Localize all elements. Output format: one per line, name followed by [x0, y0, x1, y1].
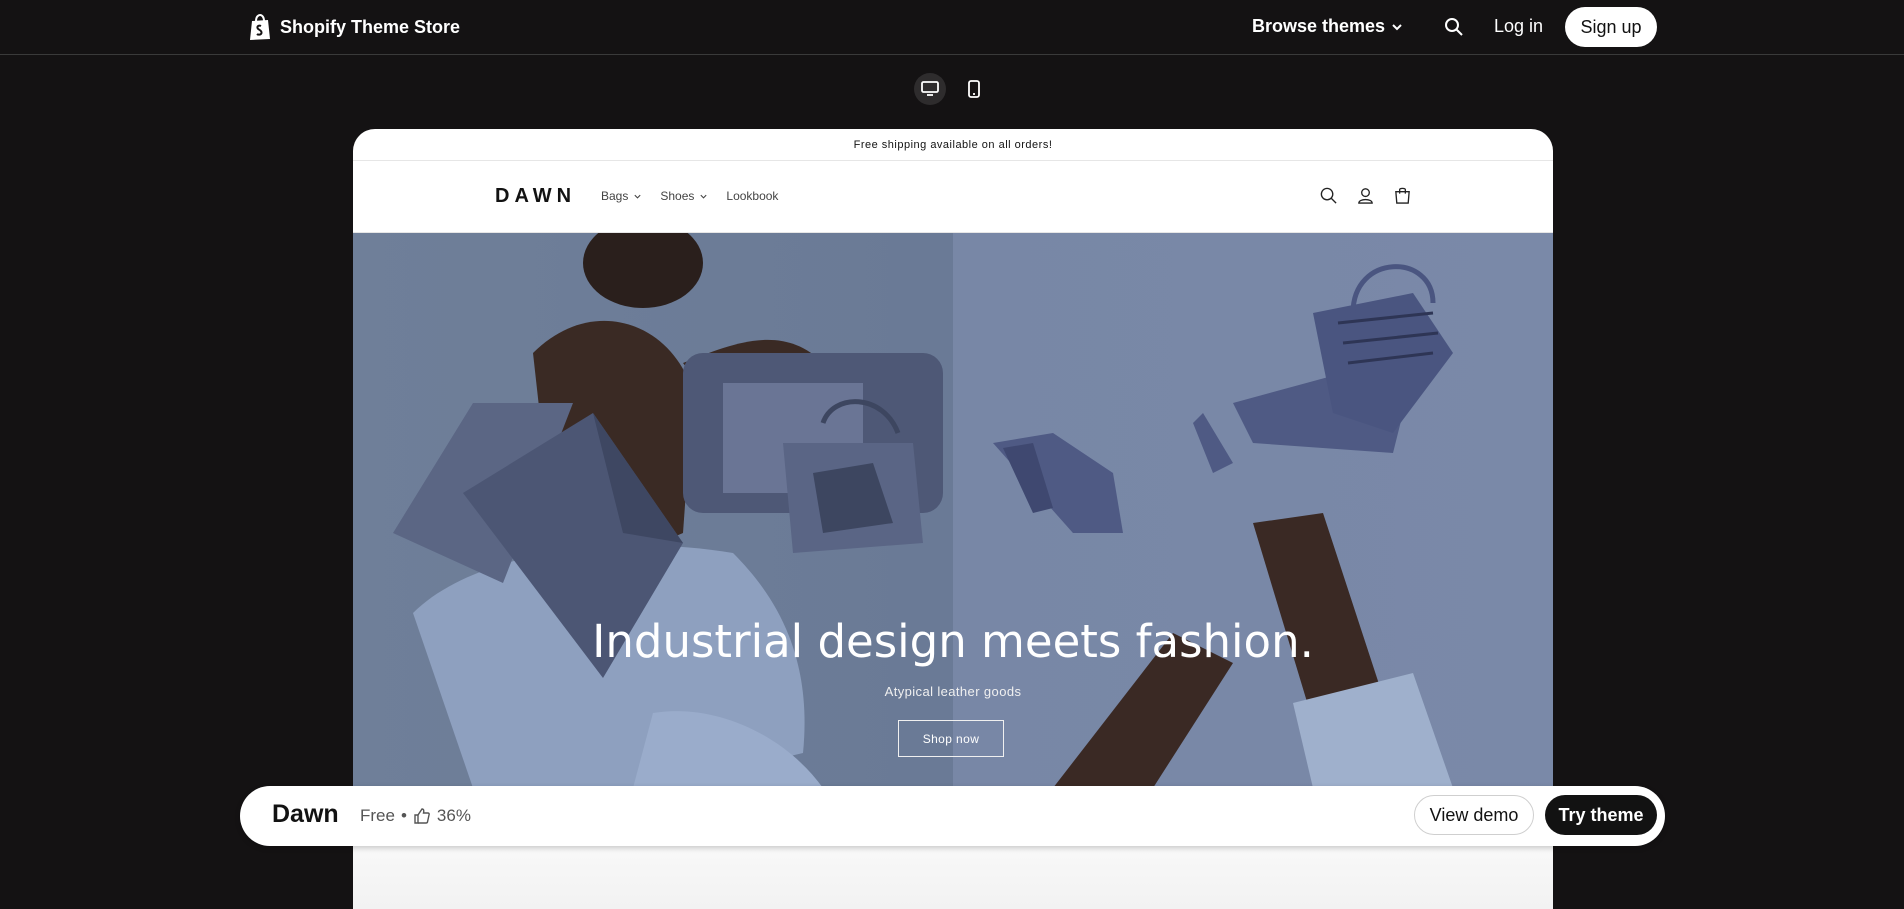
chevron-down-icon [1392, 23, 1402, 30]
announcement-bar: Free shipping available on all orders! [353, 129, 1553, 161]
browse-themes-label: Browse themes [1252, 16, 1386, 36]
view-demo-button[interactable]: View demo [1414, 795, 1534, 835]
chevron-down-icon [700, 194, 707, 199]
search-button[interactable] [1444, 17, 1464, 42]
store-header: DAWN Bags Shoes Lookbook [353, 161, 1553, 233]
hero-image [393, 233, 1453, 788]
theme-price: Free [360, 806, 395, 825]
hero-subtitle: Atypical leather goods [884, 684, 1022, 699]
search-icon [1445, 18, 1463, 36]
hero-banner: Industrial design meets fashion. Atypica… [353, 233, 1553, 788]
theme-name: Dawn [272, 800, 339, 828]
meta-separator: • [400, 806, 407, 825]
menu-item-lookbook[interactable]: Lookbook [726, 189, 778, 203]
sign-up-button[interactable]: Sign up [1565, 7, 1657, 47]
cart-icon[interactable] [1393, 186, 1412, 205]
search-icon[interactable] [1319, 186, 1338, 205]
brand-name: Shopify Theme Store [280, 17, 461, 37]
theme-rating: 36% [436, 806, 471, 825]
desktop-icon [921, 81, 939, 96]
desktop-view-button[interactable] [914, 73, 946, 105]
mobile-view-button[interactable] [958, 73, 990, 105]
device-toggle [914, 73, 990, 105]
menu-item-label: Shoes [660, 189, 695, 203]
try-theme-button[interactable]: Try theme [1545, 795, 1657, 835]
thumbs-up-icon [414, 808, 430, 824]
store-menu: Bags Shoes Lookbook [601, 189, 778, 203]
shopify-bag-icon [250, 14, 270, 40]
shop-now-button[interactable]: Shop now [898, 720, 1004, 757]
account-icon[interactable] [1356, 186, 1375, 205]
menu-item-label: Bags [601, 189, 629, 203]
store-logo[interactable]: DAWN [495, 185, 576, 208]
menu-item-label: Lookbook [726, 189, 779, 203]
mobile-icon [968, 80, 980, 98]
top-navigation: Shopify Theme Store Browse themes Log in… [0, 0, 1904, 55]
log-in-link[interactable]: Log in [1494, 16, 1543, 37]
store-header-icons [1319, 186, 1412, 205]
theme-meta: Free • 36% [360, 806, 471, 826]
theme-info-bar: Dawn Free • 36% View demo Try theme [240, 786, 1665, 846]
chevron-down-icon [634, 194, 641, 199]
menu-item-bags[interactable]: Bags [601, 189, 642, 203]
hero-title: Industrial design meets fashion. [592, 615, 1314, 668]
menu-item-shoes[interactable]: Shoes [660, 189, 708, 203]
shopify-theme-store-brand[interactable]: Shopify Theme Store [248, 14, 460, 41]
browse-themes-menu[interactable]: Browse themes [1252, 16, 1403, 37]
